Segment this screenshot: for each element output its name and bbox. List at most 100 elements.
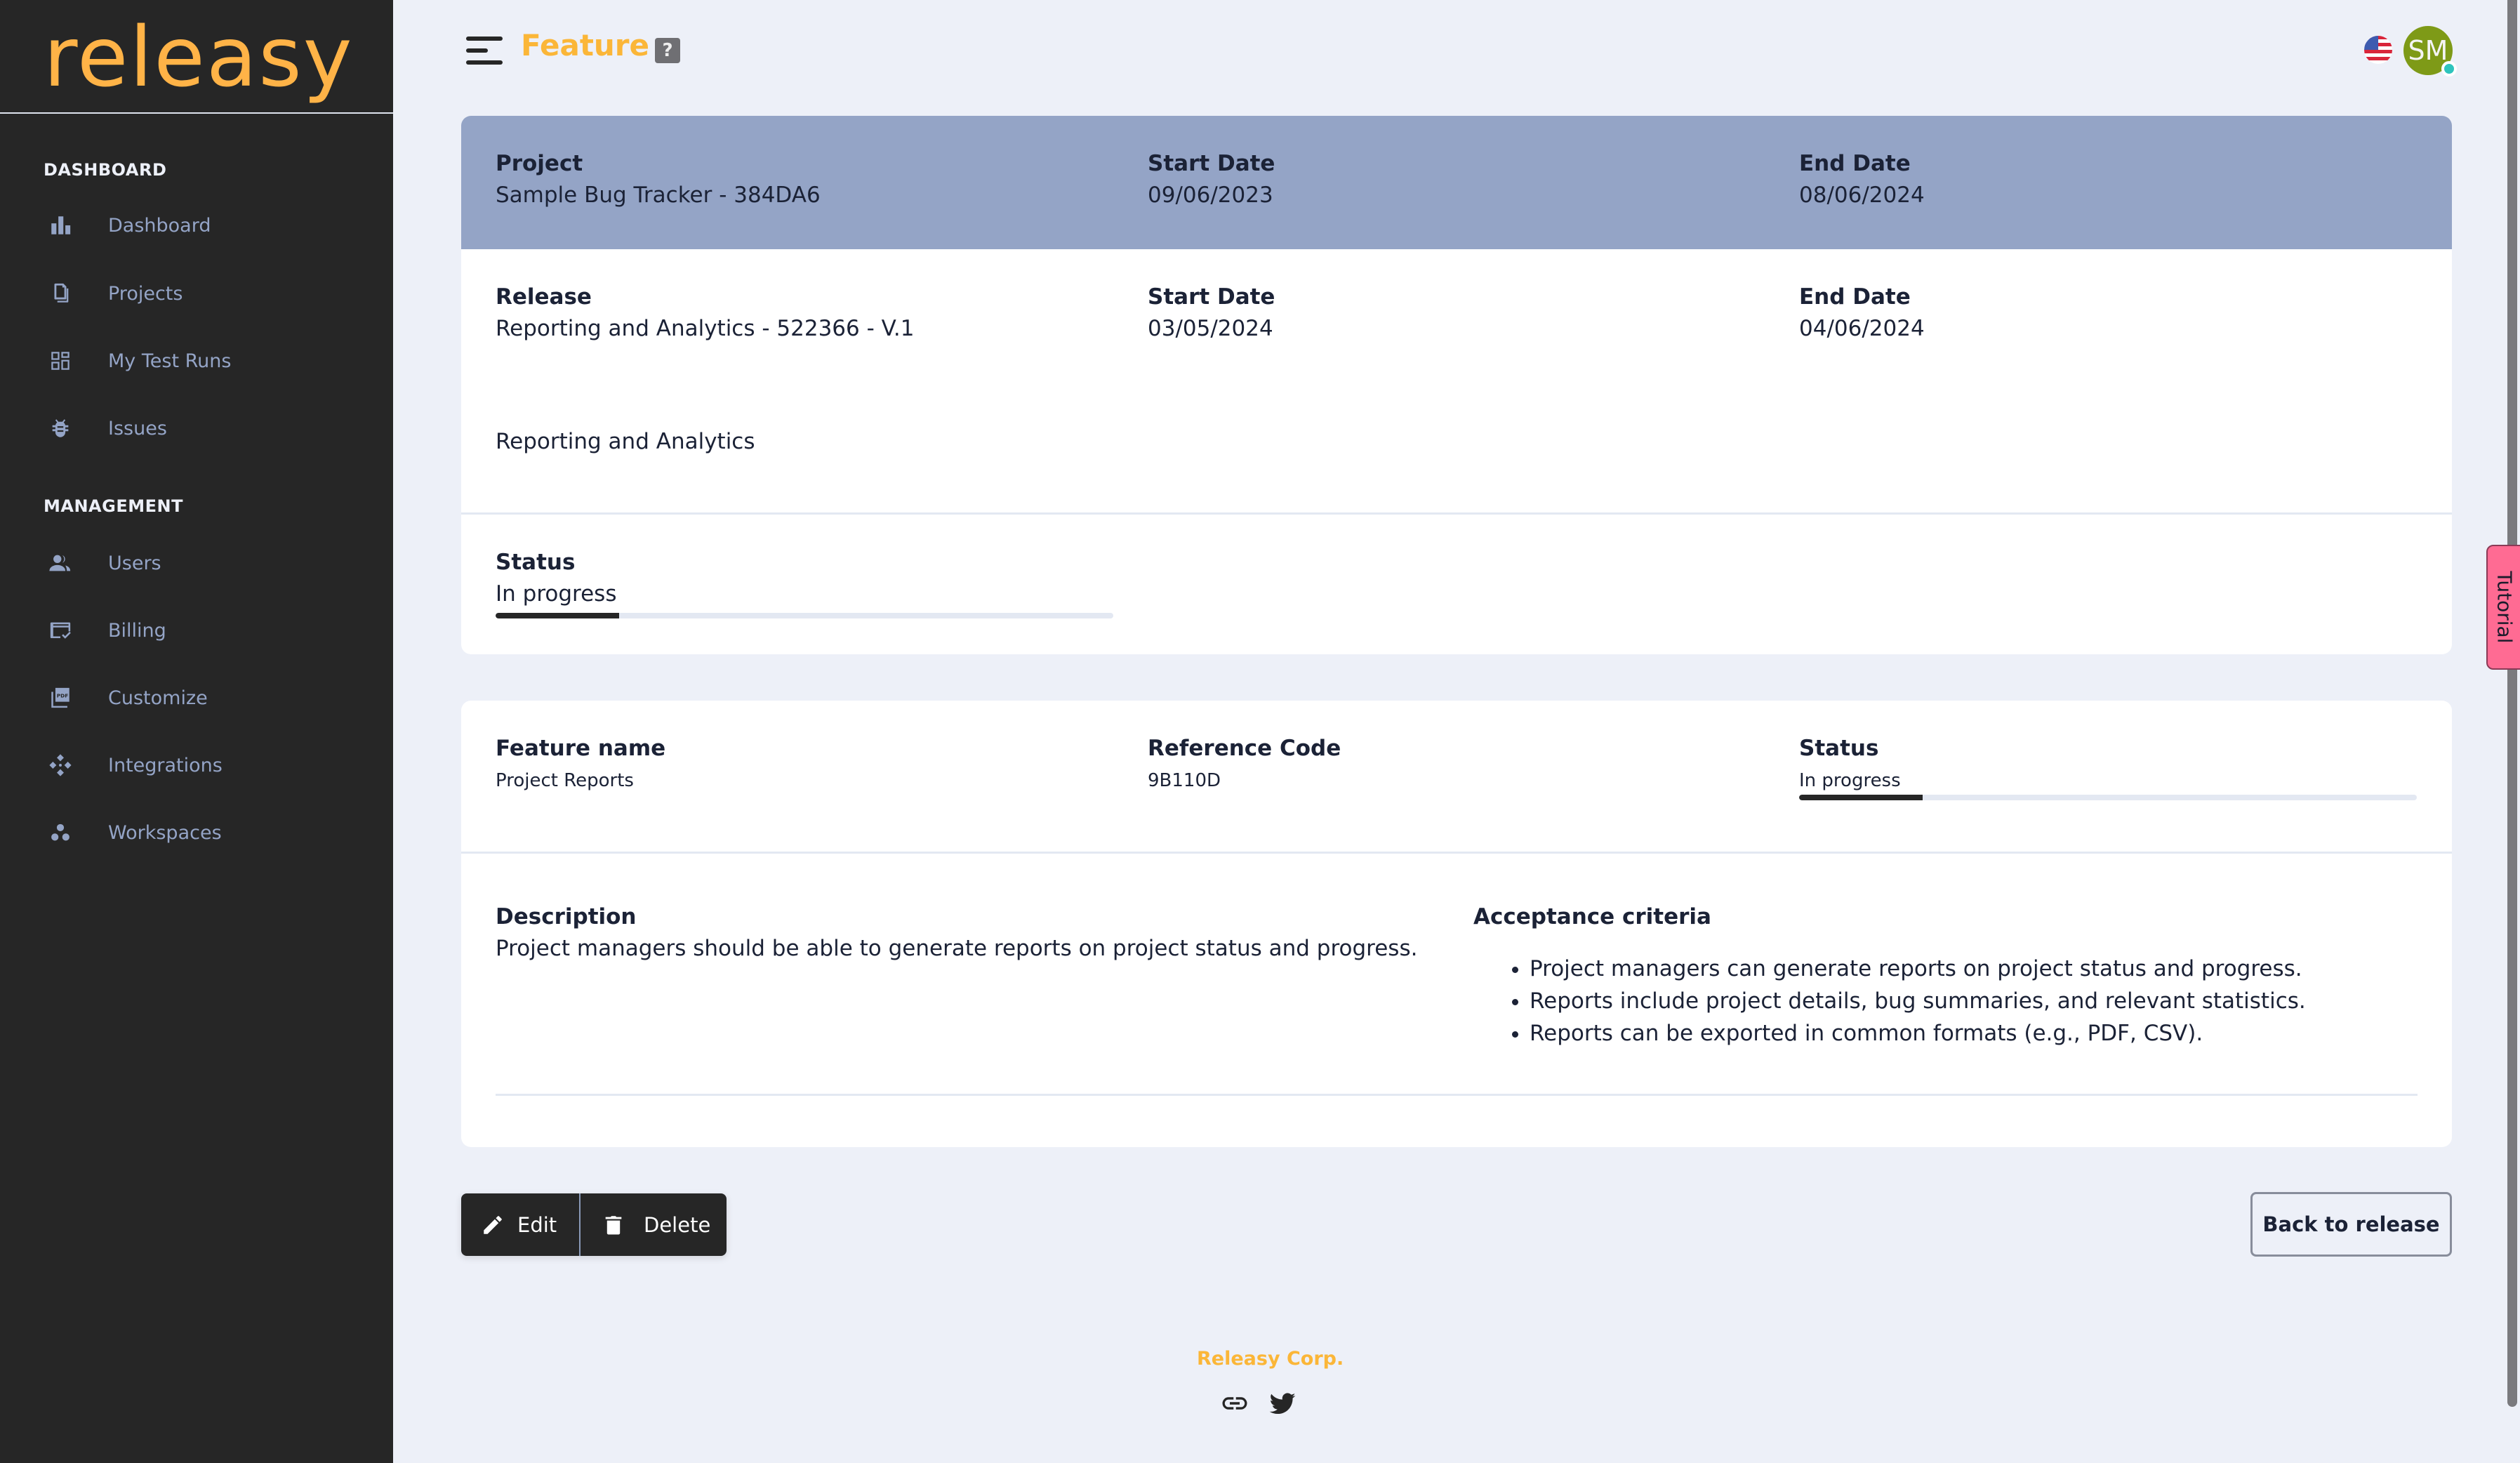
scrollbar-thumb[interactable] bbox=[2507, 0, 2517, 1407]
release-status-progress bbox=[496, 613, 1113, 618]
pencil-icon bbox=[484, 1215, 502, 1234]
hamburger-icon bbox=[466, 60, 503, 65]
delete-label: Delete bbox=[644, 1212, 711, 1237]
feature-name-label: Feature name bbox=[496, 736, 666, 761]
menu-toggle-button[interactable] bbox=[466, 37, 503, 65]
trash-icon bbox=[605, 1215, 622, 1234]
release-description: Reporting and Analytics bbox=[496, 429, 755, 455]
sidebar-item-dashboard[interactable]: Dashboard bbox=[44, 204, 366, 246]
project-start-date-label: Start Date bbox=[1148, 151, 1275, 176]
sidebar: releasy DASHBOARD Dashboard Projects My … bbox=[0, 0, 393, 1463]
hamburger-icon bbox=[466, 48, 488, 53]
release-start-date-value: 03/05/2024 bbox=[1148, 316, 1273, 342]
sidebar-item-workspaces[interactable]: Workspaces bbox=[44, 812, 366, 854]
feature-name-value: Project Reports bbox=[496, 770, 634, 792]
section-label-management: MANAGEMENT bbox=[44, 496, 183, 516]
integrations-icon bbox=[46, 751, 74, 779]
bar-chart-icon bbox=[46, 211, 74, 239]
billing-card-icon bbox=[46, 616, 74, 644]
sidebar-item-my-test-runs[interactable]: My Test Runs bbox=[44, 340, 366, 382]
grid-icon bbox=[46, 347, 74, 375]
section-divider bbox=[461, 512, 2452, 515]
hamburger-icon bbox=[466, 37, 503, 41]
content-divider bbox=[496, 1094, 2418, 1096]
bug-icon bbox=[46, 414, 74, 442]
acceptance-criteria-item: Reports can be exported in common format… bbox=[1530, 1017, 2414, 1050]
twitter-icon[interactable] bbox=[1268, 1389, 1297, 1418]
reference-code-label: Reference Code bbox=[1148, 736, 1341, 761]
section-label-dashboard: DASHBOARD bbox=[44, 160, 167, 180]
release-end-date-field: End Date 04/06/2024 bbox=[1799, 284, 1925, 342]
release-status-value: In progress bbox=[496, 581, 617, 607]
release-description-text: Reporting and Analytics bbox=[496, 429, 755, 454]
sidebar-item-issues[interactable]: Issues bbox=[44, 407, 366, 449]
delete-button[interactable]: Delete bbox=[581, 1193, 727, 1256]
release-start-date-label: Start Date bbox=[1148, 284, 1275, 310]
online-status-indicator bbox=[2441, 61, 2457, 77]
release-start-date-field: Start Date 03/05/2024 bbox=[1148, 284, 1275, 342]
acceptance-criteria-field: Acceptance criteria Project managers can… bbox=[1473, 904, 2414, 1050]
tutorial-tab[interactable]: Tutorial bbox=[2486, 545, 2520, 670]
reference-code-value: 9B110D bbox=[1148, 770, 1221, 792]
section-divider bbox=[461, 852, 2452, 854]
sidebar-item-label: Dashboard bbox=[108, 214, 211, 237]
project-label: Project bbox=[496, 151, 583, 176]
project-end-date-value: 08/06/2024 bbox=[1799, 183, 1925, 208]
svg-text:PDF: PDF bbox=[57, 692, 69, 699]
feature-status-progress bbox=[1799, 795, 2417, 800]
project-field: Project Sample Bug Tracker - 384DA6 bbox=[496, 151, 821, 208]
back-to-release-button[interactable]: Back to release bbox=[2250, 1192, 2452, 1257]
description-field: Description Project managers should be a… bbox=[496, 904, 1436, 962]
workspaces-icon bbox=[46, 819, 74, 847]
sidebar-item-label: Billing bbox=[108, 619, 166, 642]
acceptance-criteria-item: Reports include project details, bug sum… bbox=[1530, 985, 2414, 1017]
project-end-date-field: End Date 08/06/2024 bbox=[1799, 151, 1925, 208]
release-label: Release bbox=[496, 284, 592, 310]
footer-company[interactable]: Releasy Corp. bbox=[1197, 1348, 1344, 1370]
description-label: Description bbox=[496, 904, 637, 929]
releasy-logo[interactable]: releasy bbox=[44, 15, 354, 98]
release-status-progress-fill bbox=[496, 613, 619, 618]
acceptance-criteria-label: Acceptance criteria bbox=[1473, 904, 1711, 929]
sidebar-item-projects[interactable]: Projects bbox=[44, 272, 366, 315]
sidebar-item-label: My Test Runs bbox=[108, 350, 232, 372]
release-card: Project Sample Bug Tracker - 384DA6 Star… bbox=[461, 116, 2452, 654]
page-title: Feature bbox=[521, 28, 649, 62]
sidebar-item-label: Customize bbox=[108, 687, 208, 709]
feature-status-value: In progress bbox=[1799, 770, 1901, 792]
us-flag-icon[interactable] bbox=[2364, 36, 2392, 64]
release-status-field: Status In progress bbox=[496, 550, 616, 607]
release-end-date-label: End Date bbox=[1799, 284, 1911, 310]
project-start-date-field: Start Date 09/06/2023 bbox=[1148, 151, 1275, 208]
sidebar-item-customize[interactable]: PDF Customize bbox=[44, 677, 366, 719]
feature-status-progress-fill bbox=[1799, 795, 1923, 800]
action-button-group: Edit Delete bbox=[461, 1193, 727, 1256]
release-end-date-value: 04/06/2024 bbox=[1799, 316, 1925, 342]
sidebar-item-label: Integrations bbox=[108, 754, 223, 776]
sidebar-item-billing[interactable]: Billing bbox=[44, 609, 366, 651]
documents-icon bbox=[46, 279, 74, 307]
project-end-date-label: End Date bbox=[1799, 151, 1911, 176]
feature-card: Feature name Project Reports Reference C… bbox=[461, 701, 2452, 1147]
help-icon[interactable]: ? bbox=[655, 38, 680, 63]
sidebar-item-integrations[interactable]: Integrations bbox=[44, 744, 366, 786]
sidebar-item-label: Issues bbox=[108, 417, 167, 439]
sidebar-item-label: Projects bbox=[108, 282, 183, 305]
acceptance-criteria-item: Project managers can generate reports on… bbox=[1530, 953, 2414, 985]
link-icon[interactable] bbox=[1220, 1389, 1249, 1418]
project-band: Project Sample Bug Tracker - 384DA6 Star… bbox=[461, 116, 2452, 249]
release-status-label: Status bbox=[496, 550, 576, 575]
reference-code-field: Reference Code 9B110D bbox=[1148, 736, 1341, 792]
sidebar-item-label: Workspaces bbox=[108, 821, 222, 844]
feature-name-field: Feature name Project Reports bbox=[496, 736, 665, 792]
sidebar-item-users[interactable]: Users bbox=[44, 542, 366, 584]
project-value: Sample Bug Tracker - 384DA6 bbox=[496, 183, 821, 208]
acceptance-criteria-list: Project managers can generate reports on… bbox=[1530, 953, 2414, 1050]
edit-label: Edit bbox=[517, 1212, 557, 1237]
edit-button[interactable]: Edit bbox=[461, 1193, 581, 1256]
feature-status-field: Status In progress bbox=[1799, 736, 1901, 792]
tutorial-label: Tutorial bbox=[2493, 571, 2516, 644]
release-field: Release Reporting and Analytics - 522366… bbox=[496, 284, 914, 342]
users-icon bbox=[46, 549, 74, 577]
logo-divider bbox=[0, 112, 393, 114]
